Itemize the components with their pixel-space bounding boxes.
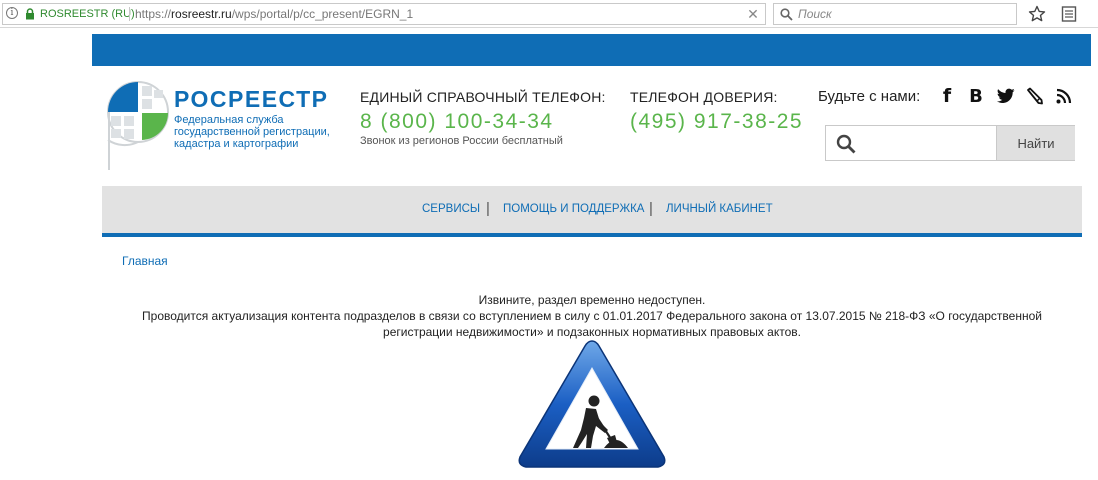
breadcrumb-home[interactable]: Главная — [122, 254, 168, 268]
site-logo[interactable]: РОСРЕЕСТР Федеральная служба государстве… — [107, 80, 333, 172]
rosreestr-emblem-icon — [107, 81, 169, 170]
url-path: /wps/portal/p/cc_present/EGRN_1 — [231, 7, 414, 21]
logo-subtitle-line: Федеральная служба — [174, 114, 284, 126]
logo-subtitle: Федеральная служба государственной регис… — [174, 114, 344, 150]
browser-search-box[interactable] — [773, 3, 1017, 25]
search-submit-button[interactable]: Найти — [996, 126, 1075, 160]
nav-item-help[interactable]: ПОМОЩЬ И ПОДДЕРЖКА — [503, 203, 644, 215]
clear-url-icon[interactable]: ✕ — [745, 4, 761, 24]
road-works-sign-icon — [518, 340, 666, 468]
logo-subtitle-line: кадастра и картографии — [174, 138, 299, 150]
rss-icon[interactable] — [1054, 86, 1074, 106]
browser-toolbar: i ROSREESTR (RU) https://rosreestr.ru/wp… — [0, 0, 1098, 28]
navigation-underline — [102, 233, 1082, 237]
facebook-icon[interactable]: f — [937, 85, 957, 107]
url-domain: rosreestr.ru — [171, 7, 232, 21]
maintenance-notice: Извините, раздел временно недоступен. Пр… — [122, 292, 1062, 340]
site-search-input[interactable] — [864, 132, 992, 154]
hotline-block: ЕДИНЫЙ СПРАВОЧНЫЙ ТЕЛЕФОН: 8 (800) 100-3… — [360, 89, 606, 147]
url-prefix: https:// — [135, 7, 172, 21]
info-icon[interactable]: i — [6, 7, 18, 19]
logo-title: РОСРЕЕСТР — [174, 86, 329, 112]
search-icon — [780, 8, 793, 21]
lock-icon — [26, 8, 34, 20]
nav-item-account[interactable]: ЛИЧНЫЙ КАБИНЕТ — [666, 203, 773, 215]
hotline-number[interactable]: 8 (800) 100-34-34 — [360, 110, 606, 134]
livejournal-icon[interactable] — [1025, 86, 1045, 106]
star-icon[interactable] — [1028, 5, 1046, 23]
nav-item-services[interactable]: СЕРВИСЫ — [422, 203, 480, 215]
reader-icon[interactable] — [1061, 5, 1077, 23]
social-label: Будьте с нами: — [818, 88, 921, 105]
trust-line-number[interactable]: (495) 917-38-25 — [630, 110, 803, 134]
browser-search-input[interactable] — [798, 5, 1008, 23]
logo-subtitle-line: государственной регистрации, — [174, 126, 330, 138]
top-blue-strip — [92, 34, 1091, 66]
address-bar[interactable]: i ROSREESTR (RU) https://rosreestr.ru/wp… — [2, 3, 766, 25]
address-separator — [129, 7, 130, 21]
search-icon — [836, 134, 856, 154]
vkontakte-icon[interactable]: B — [966, 86, 986, 107]
trust-line-label: ТЕЛЕФОН ДОВЕРИЯ: — [630, 89, 778, 105]
notice-title: Извините, раздел временно недоступен. — [478, 293, 706, 307]
site-search-box: Найти — [825, 125, 1075, 161]
url-text[interactable]: https://rosreestr.ru/wps/portal/p/cc_pre… — [135, 4, 413, 24]
site-identity-badge: ROSREESTR (RU) — [40, 8, 135, 20]
hotline-note: Звонок из регионов России бесплатный — [360, 135, 563, 147]
notice-text: Проводится актуализация контента подразд… — [142, 309, 1042, 339]
twitter-icon[interactable] — [996, 86, 1016, 106]
trust-line-block: ТЕЛЕФОН ДОВЕРИЯ: (495) 917-38-25 — [630, 89, 803, 134]
nav-separator: | — [649, 200, 653, 217]
nav-separator: | — [486, 200, 490, 217]
hotline-label: ЕДИНЫЙ СПРАВОЧНЫЙ ТЕЛЕФОН: — [360, 89, 606, 105]
